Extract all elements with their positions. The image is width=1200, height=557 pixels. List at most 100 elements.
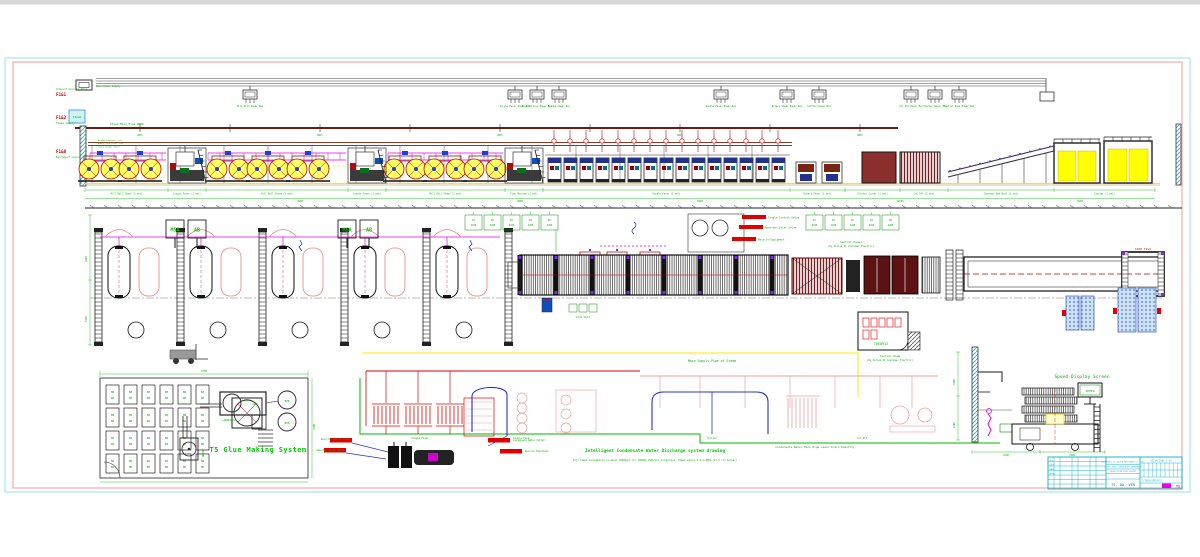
machine-label: Mill Roll Stand (3 set) [430,193,462,196]
rect [740,179,753,182]
rect [258,342,267,346]
starch-cell [124,385,137,404]
panel-cell [844,215,861,230]
roller-stack [1025,397,1077,404]
circle [989,160,991,162]
rect [596,179,609,182]
text: B8 [201,413,205,417]
main-box-label: Main Power Supply [96,85,121,88]
station-label: Bridge Power Box [548,105,571,108]
logo-text: TS [1176,485,1180,489]
double-facer-module [692,130,705,182]
steam-trap [760,139,764,143]
rect [747,166,751,170]
glue-graphics: 75002500B8B8B8B8B8B8B8B8B8B8B8B8B8B8B8B8… [100,369,316,482]
circle [454,167,458,171]
rect [571,166,575,170]
panel-cell [882,215,899,230]
double-facer-module [548,130,561,182]
circle [546,299,549,302]
rect [763,166,767,170]
pallet-stack [1081,296,1094,330]
rect [798,164,814,172]
starch-cell [196,385,209,404]
steam-trap [776,139,780,143]
rect [740,158,753,163]
control-room-caption-2: (By Series At Customer Electric) [867,359,913,362]
dimension: 5150 [85,316,88,322]
text: 2200 [831,224,837,227]
roll-stand-bay [351,230,405,339]
rect [692,158,705,163]
text: B8 [165,442,169,446]
steam-main-pipe-label: Steam Main Pipe DN80 [110,122,144,126]
rect [176,342,185,346]
rect [94,228,103,232]
rect [619,166,623,170]
elevation-view: Mill Roll Power BoxSingle Facer Power Bo… [56,79,1181,203]
rect [660,158,673,163]
speed-display-label: Speed Display Screen [1054,374,1110,380]
operator-figure [988,414,991,436]
steam-trap [616,139,620,143]
rect [580,158,593,163]
double-facer-module [660,130,673,182]
condensate-recovery-unit [388,442,454,468]
glue-tank-label: #7# [244,398,250,402]
rect [771,291,774,294]
circle [1009,155,1011,157]
approve-label: TS. DA. VER [1111,483,1136,487]
text: 2200 [509,224,515,227]
rect [614,166,618,170]
rect [735,291,738,294]
rect [591,256,594,259]
line [266,401,278,403]
rect [683,166,687,170]
machine-block [846,260,860,292]
rect [628,179,641,182]
desk [895,318,901,327]
condensate-main [360,378,1000,443]
starch-cell [142,385,155,404]
rect [402,151,408,155]
rect [908,332,920,350]
speed-display-detail: 3500160025003200 Speed Display Screen SP… [953,347,1110,457]
starch-cell [178,408,191,427]
starch-cell [106,408,119,427]
rect [566,166,570,170]
station-label: Double Facer Power Box [706,105,737,108]
steam-diagram-note: Fuji Steam Consumption is about 4500kg/h… [573,459,737,462]
starch-cell [142,408,155,427]
starch-cell [142,431,155,450]
machine-label: Rotary Shear (1 set) [804,193,832,196]
rect [708,179,721,182]
dimension: 4500 [297,200,303,203]
text: B1 [472,219,475,222]
steam-tag-right-1: Condensate Water Outlet [513,439,545,442]
plan-graphics: 30005150MSAABMSAABB12200B22200B32200B422… [85,205,1182,364]
text: 2200 [528,224,534,227]
pipe-note: DN25 [497,134,503,137]
rect [180,168,189,173]
rect [890,426,935,432]
rect [826,174,838,181]
panel-cell [522,215,539,230]
text: B1 [813,219,816,222]
rect [644,158,657,163]
rect [708,158,721,163]
text: 2200 [888,224,894,227]
floor-mark [456,322,472,338]
starch-cell [106,385,119,404]
dimension: 2500 [312,423,316,430]
machine-label: Double Facer (1 set) [653,193,681,196]
hook-pipe [269,230,297,238]
circle [392,167,396,171]
desk [871,330,877,339]
double-facer-module [612,130,625,182]
single-facer [348,146,389,183]
text: B8 [129,396,133,400]
rect [422,228,431,232]
rect [756,179,769,182]
steam-trap [568,139,572,143]
text: B2 [491,219,494,222]
